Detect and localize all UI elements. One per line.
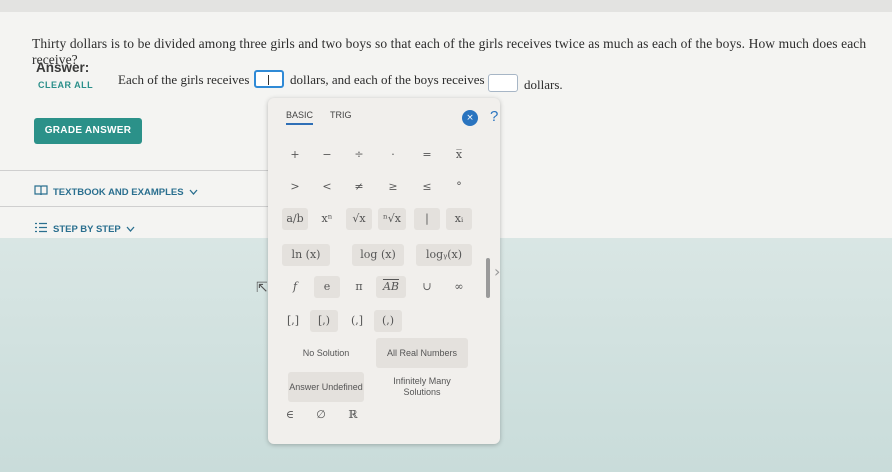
degree-key[interactable]: ° (446, 176, 472, 198)
equals-key[interactable]: = (414, 144, 440, 166)
chevron-down-icon (189, 187, 198, 198)
ln-key[interactable]: ln (x) (282, 244, 330, 266)
greater-key[interactable]: > (282, 176, 308, 198)
real-numbers-key[interactable]: ℝ (342, 404, 364, 426)
divider (0, 206, 270, 207)
nth-root-key[interactable]: ⁿ√x (378, 208, 406, 230)
answer-text-girls: Each of the girls receives (118, 72, 250, 87)
vector-key[interactable]: AB (376, 276, 406, 298)
text-cursor (268, 75, 269, 85)
answer-label: Answer: (36, 60, 90, 75)
closed-interval-key[interactable]: [,] (280, 310, 306, 332)
step-by-step-link[interactable]: STEP BY STEP (34, 222, 135, 236)
mean-key[interactable]: x̅ (446, 144, 472, 166)
abs-key[interactable]: | (414, 208, 440, 230)
empty-set-key[interactable]: ∅ (310, 404, 332, 426)
euler-key[interactable]: e (314, 276, 340, 298)
function-key[interactable]: f (282, 276, 308, 298)
plus-key[interactable]: + (282, 144, 308, 166)
union-key[interactable]: ∪ (414, 276, 440, 298)
resize-handle[interactable] (486, 258, 490, 298)
tab-trig[interactable]: TRIG (330, 110, 352, 120)
math-palette: BASIC TRIG × + − ÷ · = x̅ > < ≠ ≥ ≤ ° a/… (268, 98, 500, 444)
sqrt-key[interactable]: √x (346, 208, 372, 230)
fraction-key[interactable]: a/b (282, 208, 308, 230)
mouse-pointer-icon: ⇱ (256, 280, 268, 296)
less-equal-key[interactable]: ≤ (414, 176, 440, 198)
textbook-examples-link[interactable]: TEXTBOOK AND EXAMPLES (34, 185, 198, 199)
less-key[interactable]: < (314, 176, 340, 198)
log-key[interactable]: log (x) (352, 244, 404, 266)
not-equal-key[interactable]: ≠ (346, 176, 372, 198)
answer-text-dollars: dollars. (524, 77, 563, 92)
divider (0, 170, 270, 171)
answer-undefined-key[interactable]: Answer Undefined (288, 372, 364, 402)
textbook-link-label: TEXTBOOK AND EXAMPLES (53, 186, 184, 198)
subscript-key[interactable]: xᵢ (446, 208, 472, 230)
power-key[interactable]: xⁿ (314, 208, 340, 230)
answer-text-boys: dollars, and each of the boys receives (290, 72, 485, 87)
element-of-key[interactable]: ∈ (280, 404, 300, 426)
minus-key[interactable]: − (314, 144, 340, 166)
all-real-numbers-key[interactable]: All Real Numbers (376, 338, 468, 368)
grade-answer-button[interactable]: GRADE ANSWER (34, 118, 142, 144)
pi-key[interactable]: π (346, 276, 372, 298)
question-text: Thirty dollars is to be divided among th… (32, 36, 867, 67)
dot-key[interactable]: · (380, 144, 406, 166)
infinity-key[interactable]: ∞ (446, 276, 472, 298)
help-icon[interactable]: ? (490, 108, 498, 125)
tab-basic[interactable]: BASIC (286, 110, 314, 125)
no-solution-key[interactable]: No Solution (288, 338, 364, 368)
girls-answer-input[interactable] (254, 70, 284, 88)
step-link-label: STEP BY STEP (53, 223, 121, 235)
half-open-interval-key[interactable]: [,) (310, 310, 338, 332)
infinitely-many-key[interactable]: Infinitely Many Solutions (376, 372, 468, 402)
boys-answer-input[interactable] (488, 74, 518, 92)
chevron-right-icon[interactable]: › (494, 262, 500, 281)
open-interval-key[interactable]: (,) (374, 310, 402, 332)
book-icon (34, 185, 48, 199)
half-closed-interval-key[interactable]: (,] (344, 310, 370, 332)
close-palette-button[interactable]: × (462, 110, 478, 126)
divide-key[interactable]: ÷ (346, 144, 372, 166)
clear-all-button[interactable]: CLEAR ALL (38, 80, 93, 90)
list-icon (34, 222, 48, 236)
greater-equal-key[interactable]: ≥ (380, 176, 406, 198)
header-strip (0, 0, 892, 12)
log-base-key[interactable]: logᵧ(x) (416, 244, 472, 266)
chevron-down-icon (126, 224, 135, 235)
